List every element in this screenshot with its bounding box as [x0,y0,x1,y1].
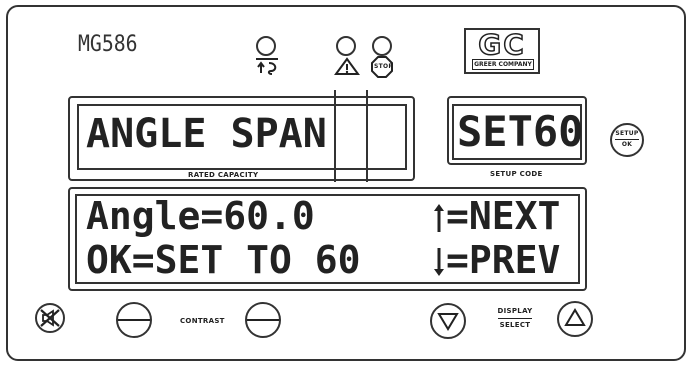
contrast-increase-bar [247,319,279,321]
display-divider [334,90,336,182]
setup-ok-label-setup: SETUP [615,130,639,137]
display-label: DISPLAY [497,307,533,315]
select-label: SELECT [499,321,531,329]
down-arrow-icon [434,248,444,276]
rated-capacity-text: ANGLE SPAN [86,111,327,157]
anti-two-block-icon [256,58,278,75]
up-arrow-icon [434,204,444,232]
setup-code-caption: SETUP CODE [490,170,543,178]
down-triangle-icon [437,313,459,331]
up-triangle-icon [564,308,586,326]
contrast-label: CONTRAST [180,317,225,325]
anti-two-block-light [256,36,276,56]
rated-capacity-caption: RATED CAPACITY [188,171,259,179]
warning-light [336,36,356,56]
display-select-divider [498,318,532,319]
display-divider-2 [366,90,368,182]
stop-label: STOP [374,63,394,70]
setup-ok-button[interactable] [610,123,644,157]
setup-ok-divider [615,139,639,140]
message-line-2-left: OK=SET TO 60 [86,238,361,282]
stop-light [372,36,392,56]
message-line-1-left: Angle=60.0 [86,194,315,238]
warning-triangle-icon [334,57,360,75]
mute-horn-icon [40,309,60,327]
setup-ok-label-ok: OK [621,141,633,148]
logo-brand-name: GREER COMPANY [472,59,534,70]
message-line-2-right: =PREV [446,238,561,282]
model-label: MG586 [78,32,138,57]
message-line-1-right: =NEXT [446,194,561,238]
contrast-decrease-bar [118,319,150,321]
logo-letters: GC [477,27,526,62]
setup-code-text: SET60 [457,107,584,156]
